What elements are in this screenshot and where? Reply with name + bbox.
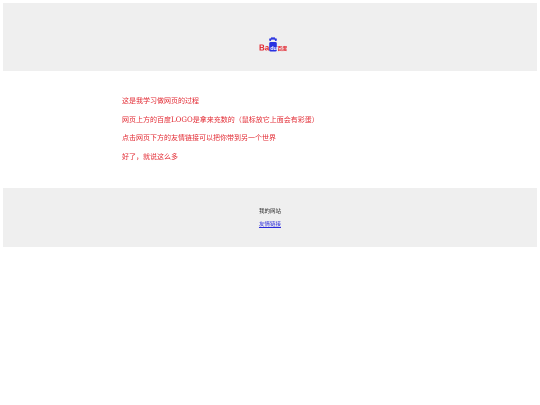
friend-link-container: 友情链接 (3, 221, 537, 229)
logo-text-baidu: 百度 (277, 46, 287, 53)
footer: 我的网站 友情链接 (3, 188, 537, 247)
header-banner: Bai du 百度 (3, 3, 537, 71)
content-line-1: 这是我学习做网页的过程 (122, 97, 199, 105)
baidu-logo[interactable]: Bai du 百度 (259, 37, 287, 53)
content-line-2: 网页上方的百度LOGO是拿来充数的（鼠标放它上面会有彩蛋） (122, 115, 319, 124)
content-line-3: 点击网页下方的友情链接可以把你带到另一个世界 (122, 134, 276, 142)
baidu-paw-icon: Bai du 百度 (259, 37, 287, 53)
site-name: 我的网站 (258, 209, 281, 215)
friend-link[interactable]: 友情链接 (259, 222, 281, 228)
svg-text:du: du (270, 46, 277, 52)
content-line-4: 好了，就说这么多 (122, 152, 178, 161)
main-content: 这是我学习做网页的过程 网页上方的百度LOGO是拿来充数的（鼠标放它上面会有彩蛋… (122, 96, 422, 170)
